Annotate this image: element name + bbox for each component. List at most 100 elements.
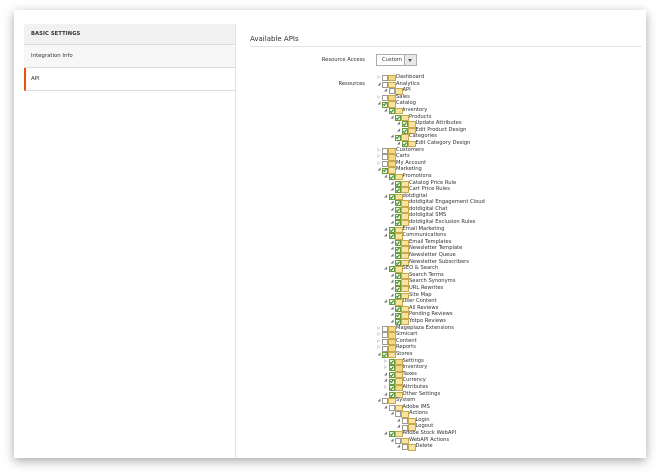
integration-edit-panel: BASIC SETTINGS Integration Info API Avai…: [14, 10, 646, 458]
tree-node-label: dotdigital Chat: [409, 205, 448, 212]
folder-icon: [401, 312, 409, 319]
tree-node-label: Email Templates: [409, 238, 452, 245]
tree-node-label: Update Attributes: [415, 120, 462, 127]
tree-node-label: Inventory: [402, 106, 428, 113]
folder-icon: [394, 404, 403, 412]
resource-access-value: Custom: [382, 57, 402, 63]
folder-icon: [401, 134, 409, 141]
folder-icon: [401, 305, 409, 313]
folder-icon: [388, 147, 396, 154]
sidebar-item-integration-info[interactable]: Integration Info: [24, 45, 235, 68]
folder-icon: [401, 246, 409, 253]
tree-node-label: Sales: [396, 93, 410, 100]
tree-node-label: Communications: [402, 232, 447, 239]
sidebar: BASIC SETTINGS Integration Info API: [24, 24, 236, 458]
tree-checkbox[interactable]: [401, 418, 408, 425]
tree-node-label: Adobe IMS: [402, 403, 430, 410]
folder-icon: [394, 378, 403, 385]
tree-checkbox[interactable]: [401, 121, 408, 128]
folder-icon: [388, 75, 396, 82]
folder-icon: [401, 411, 409, 418]
tree-node-label: WebAPI Actions: [409, 436, 450, 443]
tree-node-label: Categories: [409, 133, 437, 140]
tree-node-label: Reports: [396, 344, 416, 351]
tree-node-label: Edit Category Design: [415, 139, 471, 146]
folder-icon: [401, 114, 409, 121]
folder-icon: [401, 286, 409, 293]
tree-node-label: Cart Price Rules: [409, 186, 450, 193]
tree-node-label: Yotpo Reviews: [409, 317, 447, 324]
folder-icon: [401, 272, 409, 280]
folder-icon: [388, 332, 396, 339]
folder-icon: [394, 173, 403, 181]
tree-node-label: API: [402, 87, 411, 94]
tree-node-label: dotdigital: [402, 192, 428, 199]
folder-icon: [388, 81, 396, 88]
tree-node-label: Pending Reviews: [409, 311, 453, 318]
folder-icon: [388, 101, 396, 108]
folder-icon: [388, 338, 396, 346]
tree-node-label: My Account: [396, 159, 427, 166]
tree-checkbox[interactable]: [401, 127, 408, 134]
tree-node-label: Carts: [396, 153, 410, 160]
tree-checkbox[interactable]: [388, 391, 395, 398]
folder-icon: [394, 358, 403, 365]
tree-node-label: Catalog: [396, 100, 416, 107]
tree-node-label: Newsletter Subscribers: [409, 258, 470, 265]
sidebar-item-api[interactable]: API: [24, 68, 235, 91]
tree-node-label: Login: [415, 416, 430, 423]
folder-icon: [394, 226, 403, 234]
tree-checkbox[interactable]: [388, 358, 395, 365]
tree-checkbox[interactable]: [388, 378, 395, 385]
tree-node-label: Attributes: [402, 383, 429, 390]
tree-checkbox[interactable]: [388, 226, 395, 233]
tree-node-label: Promotions: [402, 172, 432, 179]
tree-node-label: Delete: [415, 443, 433, 450]
tree-node-label: dotdigital SMS: [409, 212, 447, 219]
tree-node-label: Customers: [396, 146, 424, 153]
folder-icon: [401, 253, 409, 260]
tree-node-label: Edit Product Design: [415, 126, 467, 133]
tree-node-label: Taxes: [402, 370, 417, 377]
tree-node-label: Currency: [402, 377, 426, 384]
tree-node-label: Inventory: [402, 364, 428, 371]
tree-node-label: Newsletter Queue: [409, 252, 456, 259]
tree-checkbox[interactable]: [388, 371, 395, 378]
chevron-down-icon[interactable]: [404, 55, 416, 65]
folder-icon: [388, 351, 396, 359]
resource-access-select[interactable]: Custom: [376, 54, 417, 66]
tree-node-label: Settings: [402, 357, 424, 364]
tree-node-label: Newsletter Template: [409, 245, 463, 252]
folder-icon: [394, 193, 403, 201]
tree-node-label: Actions: [409, 410, 428, 417]
folder-icon: [388, 167, 396, 174]
tree-node-label: Products: [409, 113, 432, 120]
tree-node-label: dotdigital Engagement Cloud: [409, 199, 485, 206]
tree-node-label: Simicart: [396, 331, 418, 338]
tree-checkbox[interactable]: [401, 444, 408, 451]
folder-icon: [394, 384, 403, 392]
tree-node-label: dotdigital Exclusion Rules: [409, 219, 476, 226]
folder-icon: [388, 160, 396, 168]
folder-icon: [407, 417, 416, 425]
tree-node-label: Email Marketing: [402, 225, 445, 232]
folder-icon: [394, 233, 403, 240]
tree-node-label: Stores: [396, 350, 413, 357]
folder-icon: [388, 345, 396, 352]
tree-node-label: Catalog Price Rule: [409, 179, 457, 186]
tree-checkbox[interactable]: [388, 365, 395, 372]
tree-node-label: User Content: [402, 298, 437, 305]
tree-checkbox[interactable]: [388, 385, 395, 392]
tree-node-label: Logout: [415, 423, 434, 430]
folder-icon: [394, 107, 403, 115]
tree-node-label: Analytics: [396, 80, 420, 87]
folder-icon: [401, 206, 409, 214]
tree-checkbox[interactable]: [388, 88, 395, 95]
resources-label: Resources: [338, 81, 366, 87]
folder-icon: [388, 398, 396, 405]
tree-node-label: Search Synonyms: [409, 278, 456, 285]
folder-icon: [401, 239, 409, 247]
tree-node-label: Dashboard: [396, 74, 425, 80]
folder-icon: [401, 279, 409, 286]
page-title: Available APIs: [250, 35, 299, 43]
